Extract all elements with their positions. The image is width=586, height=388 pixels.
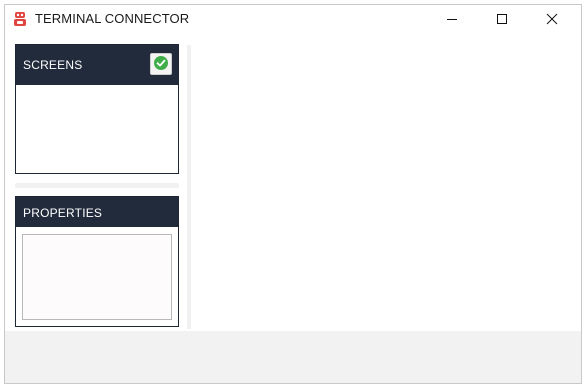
vertical-splitter[interactable] (187, 45, 191, 329)
screens-panel: SCREENS (15, 44, 179, 174)
properties-panel: PROPERTIES (15, 196, 179, 327)
properties-panel-title: PROPERTIES (23, 206, 103, 220)
maximize-button[interactable] (479, 5, 525, 33)
properties-panel-header: PROPERTIES (16, 197, 178, 227)
app-window: TERMINAL CONNECTOR SCREENS PROPERTIES (4, 4, 582, 384)
screens-list[interactable] (16, 85, 178, 173)
check-icon (153, 55, 169, 74)
minimize-button[interactable] (429, 5, 475, 33)
confirm-button[interactable] (150, 53, 172, 75)
status-bar (5, 331, 581, 383)
robot-icon (13, 11, 27, 27)
close-icon (546, 13, 558, 25)
maximize-icon (496, 13, 508, 25)
minimize-icon (446, 13, 458, 25)
window-title: TERMINAL CONNECTOR (35, 11, 190, 26)
screens-panel-header: SCREENS (16, 45, 178, 85)
title-bar[interactable]: TERMINAL CONNECTOR (5, 5, 581, 33)
main-content-area[interactable] (193, 41, 579, 331)
panel-divider (15, 183, 179, 188)
screens-panel-title: SCREENS (23, 58, 83, 72)
properties-grid[interactable] (22, 234, 172, 320)
close-button[interactable] (529, 5, 575, 33)
